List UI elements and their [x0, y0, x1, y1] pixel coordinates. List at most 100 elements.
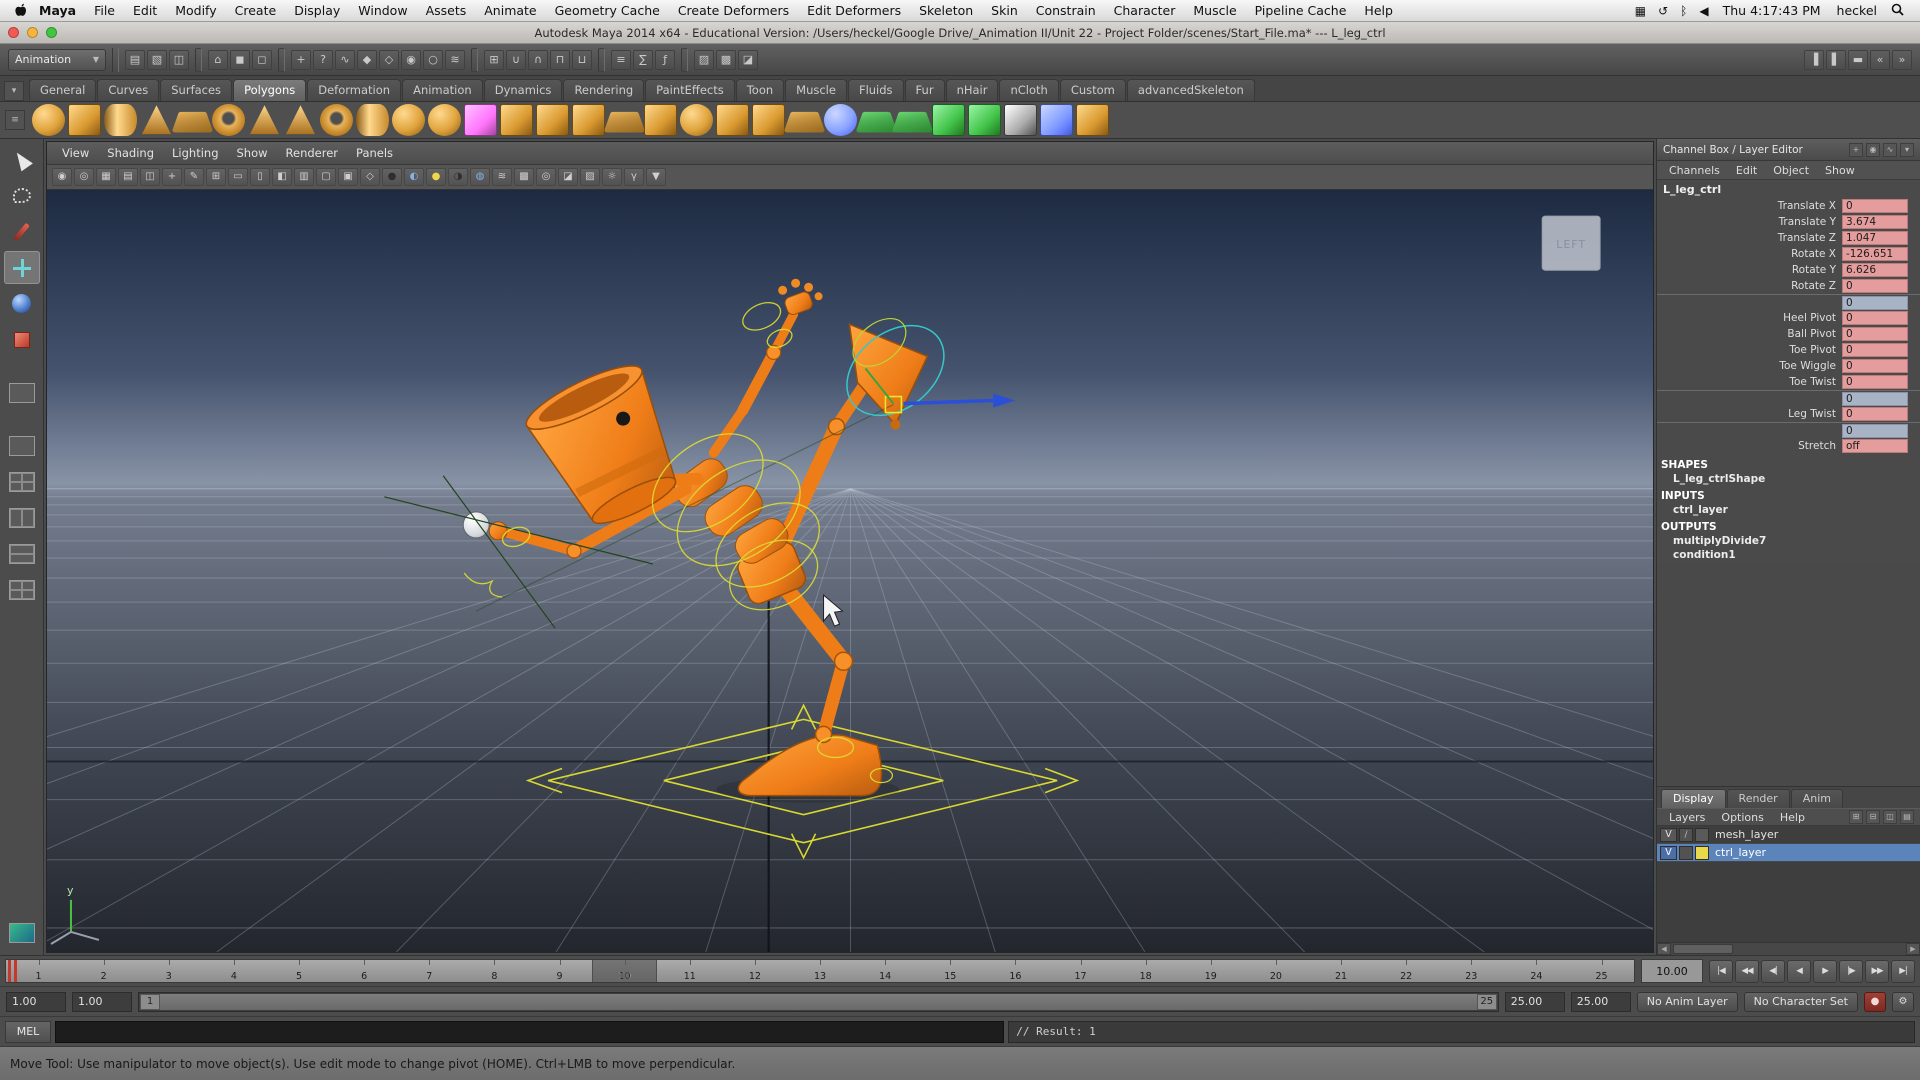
- channel-value-field[interactable]: 0: [1842, 311, 1908, 325]
- panel-menu[interactable]: Show: [228, 146, 277, 160]
- channel-value-field[interactable]: 6.626: [1842, 263, 1908, 277]
- menu-set-dropdown[interactable]: Animation ▼: [8, 48, 106, 71]
- menubar-item[interactable]: Window: [349, 3, 416, 18]
- menubar-item[interactable]: Skin: [982, 3, 1027, 18]
- snap-to-grids-button[interactable]: ⊞: [484, 49, 504, 70]
- shelf-tab[interactable]: Curves: [97, 79, 160, 101]
- depth-of-field-icon[interactable]: ◎: [536, 168, 556, 186]
- menubar-item[interactable]: Edit Deformers: [798, 3, 910, 18]
- gamma-icon[interactable]: γ: [624, 168, 644, 186]
- select-mask-deformations-button[interactable]: ◇: [379, 49, 399, 70]
- layout-three-pane-button[interactable]: [4, 573, 40, 606]
- channel-label[interactable]: Translate Y: [1657, 216, 1842, 228]
- ambient-occlusion-icon[interactable]: ◍: [470, 168, 490, 186]
- select-mask-dynamics-button[interactable]: ◉: [401, 49, 421, 70]
- quad-draw-icon[interactable]: [1076, 104, 1109, 136]
- menubar-item[interactable]: Geometry Cache: [546, 3, 669, 18]
- window-titlebar[interactable]: Autodesk Maya 2014 x64 - Educational Ver…: [0, 22, 1920, 44]
- crease-tool-icon[interactable]: [1040, 104, 1073, 136]
- channel-value-field[interactable]: 1.047: [1842, 231, 1908, 245]
- safe-action-icon[interactable]: ▢: [316, 168, 336, 186]
- select-by-object-button[interactable]: ◼: [230, 49, 250, 70]
- channel-label[interactable]: Stretch: [1657, 440, 1842, 452]
- booleans-icon[interactable]: [824, 104, 857, 136]
- channel-box-menu[interactable]: Edit: [1728, 164, 1765, 177]
- channel-label[interactable]: Rotate X: [1657, 248, 1842, 260]
- channel-label[interactable]: Rotate Z: [1657, 280, 1842, 292]
- shelf-tab[interactable]: Surfaces: [160, 79, 233, 101]
- menubar-item[interactable]: Skeleton: [910, 3, 982, 18]
- bluetooth-icon[interactable]: ᛒ: [1674, 4, 1693, 18]
- multisample-icon[interactable]: ▩: [514, 168, 534, 186]
- safe-title-icon[interactable]: ▣: [338, 168, 358, 186]
- character-set-button[interactable]: No Character Set: [1743, 991, 1858, 1012]
- layout-two-pane-side-button[interactable]: [4, 501, 40, 534]
- auto-keyframe-toggle[interactable]: ●: [1864, 991, 1886, 1012]
- panel-menu[interactable]: Panels: [347, 146, 402, 160]
- textured-mode-icon[interactable]: ◐: [404, 168, 424, 186]
- zoom-window-button[interactable]: [46, 27, 57, 38]
- new-empty-layer-icon[interactable]: ⊞: [1849, 810, 1863, 824]
- sculpt-geometry-icon[interactable]: [464, 104, 497, 136]
- animation-start-field[interactable]: 1.00: [6, 991, 66, 1012]
- combine-icon[interactable]: [536, 104, 569, 136]
- menubar-username[interactable]: heckel: [1829, 3, 1885, 18]
- show-tool-settings-button[interactable]: ▌: [1826, 49, 1846, 70]
- hyperbolic-state-icon[interactable]: ∿: [1883, 142, 1897, 157]
- group-divider[interactable]: [278, 47, 285, 72]
- panel-menu[interactable]: Renderer: [277, 146, 348, 160]
- snap-to-planes-button[interactable]: ⊓: [550, 49, 570, 70]
- layout-single-pane-button[interactable]: [4, 429, 40, 462]
- shelf-tab[interactable]: Fluids: [847, 79, 904, 101]
- shelf-tab[interactable]: Deformation: [307, 79, 402, 101]
- gate-mask-icon[interactable]: ◧: [272, 168, 292, 186]
- shelf-tab[interactable]: nHair: [945, 79, 999, 101]
- layer-row[interactable]: V ctrl_layer: [1657, 844, 1920, 862]
- manip-state-icon[interactable]: +: [1849, 142, 1863, 157]
- channel-value-field[interactable]: 0: [1842, 343, 1908, 357]
- menubar-item[interactable]: Modify: [166, 3, 225, 18]
- panel-menu[interactable]: Lighting: [163, 146, 227, 160]
- channel-label[interactable]: Toe Pivot: [1657, 344, 1842, 356]
- reduce-icon[interactable]: [644, 104, 677, 136]
- renderer-menu-icon[interactable]: ▼: [646, 168, 666, 186]
- exposure-icon[interactable]: ☼: [602, 168, 622, 186]
- animation-end-field[interactable]: 25.00: [1570, 991, 1631, 1012]
- image-plane-icon[interactable]: ◫: [140, 168, 160, 186]
- last-tool-slot[interactable]: [4, 376, 40, 409]
- grid-toggle-icon[interactable]: ⊞: [206, 168, 226, 186]
- layer-visibility-toggle[interactable]: V: [1660, 827, 1677, 842]
- separate-icon[interactable]: [572, 104, 605, 136]
- panel-menu[interactable]: Shading: [98, 146, 163, 160]
- pin-channel-box-icon[interactable]: ▾: [1900, 142, 1914, 157]
- animation-preferences-button[interactable]: ⚙: [1892, 991, 1914, 1012]
- channel-value-field[interactable]: 0: [1842, 199, 1908, 213]
- menubar-item[interactable]: Create Deformers: [669, 3, 798, 18]
- speed-state-icon[interactable]: ◉: [1866, 142, 1880, 157]
- menubar-item[interactable]: Help: [1355, 3, 1402, 18]
- panel-header[interactable]: Channel Box / Layer Editor + ◉ ∿ ▾: [1657, 139, 1920, 161]
- time-slider[interactable]: 10 1 2 3 4 5 6 7 8 9 10 11 12 13 14 15 16 17 18 19 20 21 22 23…: [5, 959, 1635, 983]
- polyPlatonic-icon[interactable]: [428, 104, 461, 136]
- layer-name[interactable]: mesh_layer: [1711, 828, 1778, 841]
- select-mask-handles-button[interactable]: +: [291, 49, 311, 70]
- channel-value-field[interactable]: off: [1842, 439, 1908, 453]
- channel-box-menu[interactable]: Show: [1817, 164, 1863, 177]
- channel-label[interactable]: Translate Z: [1657, 232, 1842, 244]
- layout-four-pane-button[interactable]: [4, 465, 40, 498]
- split-polygon-icon[interactable]: [891, 111, 934, 133]
- x-ray-icon[interactable]: ▨: [580, 168, 600, 186]
- insert-edge-loop-icon[interactable]: [932, 104, 965, 136]
- scroll-thumb[interactable]: [1673, 944, 1733, 954]
- select-tool[interactable]: [4, 143, 40, 176]
- channel-value-field[interactable]: 0: [1842, 407, 1908, 421]
- shelf-menu-button[interactable]: ▾: [4, 81, 24, 101]
- ipr-render-button[interactable]: ▩: [716, 49, 736, 70]
- shelf-tab[interactable]: Muscle: [785, 79, 847, 101]
- layer-editor-menu[interactable]: Layers: [1661, 811, 1713, 824]
- move-tool[interactable]: [3, 251, 40, 284]
- layer-stack-icon[interactable]: ▤: [1900, 810, 1914, 824]
- append-to-polygon-icon[interactable]: [855, 111, 898, 133]
- layout-custom-button[interactable]: [4, 916, 40, 949]
- channel-value-field[interactable]: 0: [1842, 295, 1908, 310]
